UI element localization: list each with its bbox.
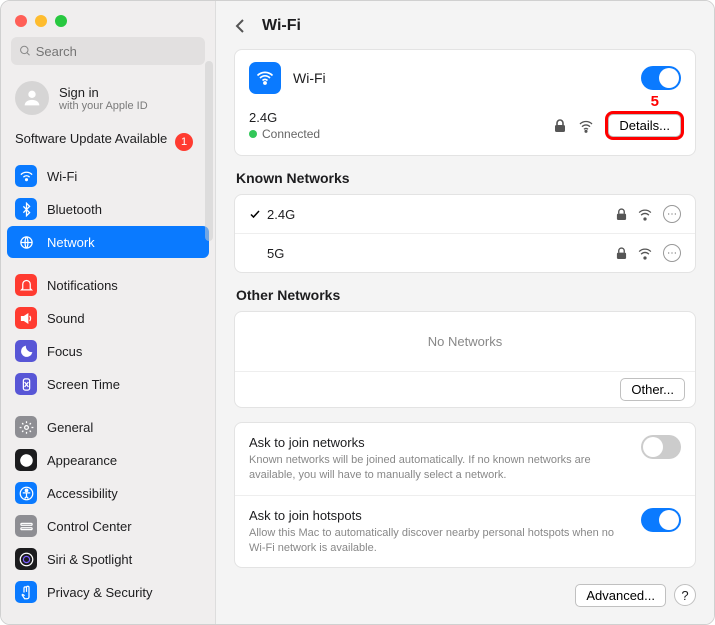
sidebar-scrollbar[interactable] [205, 61, 213, 241]
sign-in-row[interactable]: Sign in with your Apple ID [1, 75, 215, 127]
page-title: Wi-Fi [262, 17, 301, 35]
update-badge: 1 [175, 133, 193, 151]
fullscreen-window-button[interactable] [55, 15, 67, 27]
ask-title: Ask to join networks [249, 435, 629, 450]
network-name: 5G [267, 246, 616, 261]
status-dot-icon [249, 130, 257, 138]
close-window-button[interactable] [15, 15, 27, 27]
sidebar-item-control-center[interactable]: Control Center [7, 510, 209, 542]
sidebar-item-label: Screen Time [47, 377, 120, 392]
sidebar-item-label: Notifications [47, 278, 118, 293]
window-controls [1, 1, 215, 37]
avatar [15, 81, 49, 115]
siri-icon [15, 548, 37, 570]
known-networks-card: 2.4G ⋯ 5G ⋯ [234, 194, 696, 273]
sidebar-item-label: Control Center [47, 519, 132, 534]
wifi-title: Wi-Fi [293, 70, 629, 86]
wifi-signal-icon [578, 119, 594, 133]
ask-toggle[interactable] [641, 508, 681, 532]
sidebar-item-accessibility[interactable]: Accessibility [7, 477, 209, 509]
sidebar-item-sound[interactable]: Sound [7, 302, 209, 334]
wifi-signal-icon [637, 208, 653, 221]
other-networks-card: No Networks Other... [234, 311, 696, 408]
connected-ssid: 2.4G [249, 110, 554, 125]
known-network-row[interactable]: 2.4G ⋯ [235, 195, 695, 233]
main-content: Wi-Fi Wi-Fi 2.4G Connected [216, 1, 714, 624]
search-input[interactable] [36, 44, 197, 59]
more-options-button[interactable]: ⋯ [663, 244, 681, 262]
header: Wi-Fi [234, 1, 696, 49]
sidebar-item-general[interactable]: General [7, 411, 209, 443]
sidebar-item-label: Sound [47, 311, 85, 326]
lock-icon [616, 208, 627, 221]
snd-icon [15, 307, 37, 329]
sidebar-item-label: Network [47, 235, 95, 250]
other-networks-title: Other Networks [234, 287, 696, 311]
details-button[interactable]: Details... [608, 114, 681, 137]
bell-icon [15, 274, 37, 296]
wifi-icon [15, 165, 37, 187]
ask-desc: Known networks will be joined automatica… [249, 453, 629, 483]
sidebar-item-wi-fi[interactable]: Wi-Fi [7, 160, 209, 192]
ask-card: Ask to join networks Known networks will … [234, 422, 696, 568]
other-network-button[interactable]: Other... [620, 378, 685, 401]
hand-icon [15, 581, 37, 603]
sign-in-title: Sign in [59, 85, 148, 100]
search-field[interactable] [11, 37, 205, 65]
minimize-window-button[interactable] [35, 15, 47, 27]
help-button[interactable]: ? [674, 584, 696, 606]
cc-icon [15, 515, 37, 537]
network-name: 2.4G [267, 207, 616, 222]
globe-icon [15, 231, 37, 253]
sidebar-item-appearance[interactable]: Appearance [7, 444, 209, 476]
sidebar-item-label: Accessibility [47, 486, 118, 501]
no-networks-label: No Networks [235, 312, 695, 372]
sidebar-item-bluetooth[interactable]: Bluetooth [7, 193, 209, 225]
sidebar-item-network[interactable]: Network [7, 226, 209, 258]
sidebar-item-label: Bluetooth [47, 202, 102, 217]
sidebar-item-label: Wi-Fi [47, 169, 77, 184]
known-network-row[interactable]: 5G ⋯ [235, 233, 695, 272]
ask-title: Ask to join hotspots [249, 508, 629, 523]
sidebar-item-screen-time[interactable]: Screen Time [7, 368, 209, 400]
sidebar: Sign in with your Apple ID Software Upda… [1, 1, 216, 624]
wifi-status-card: Wi-Fi 2.4G Connected Details... 5 [234, 49, 696, 156]
bt-icon [15, 198, 37, 220]
software-update-row[interactable]: Software Update Available 1 [1, 127, 215, 156]
sidebar-item-focus[interactable]: Focus [7, 335, 209, 367]
wifi-signal-icon [637, 247, 653, 260]
advanced-button[interactable]: Advanced... [575, 584, 666, 607]
sidebar-item-label: Siri & Spotlight [47, 552, 132, 567]
sidebar-item-label: General [47, 420, 93, 435]
wifi-toggle[interactable] [641, 66, 681, 90]
software-update-label: Software Update Available [15, 131, 167, 146]
wifi-app-icon [249, 62, 281, 94]
lock-icon [554, 119, 566, 133]
sidebar-item-notifications[interactable]: Notifications [7, 269, 209, 301]
ask-row: Ask to join hotspots Allow this Mac to au… [235, 495, 695, 568]
sign-in-subtitle: with your Apple ID [59, 100, 148, 112]
acc-icon [15, 482, 37, 504]
back-button[interactable] [234, 18, 250, 34]
ask-row: Ask to join networks Known networks will … [235, 423, 695, 495]
annotation-5: 5 [651, 93, 659, 110]
sidebar-list: Wi-Fi Bluetooth Network Notifications Sound F… [1, 156, 215, 624]
gear-icon [15, 416, 37, 438]
app-icon [15, 449, 37, 471]
ask-toggle[interactable] [641, 435, 681, 459]
sidebar-item-label: Focus [47, 344, 82, 359]
hour-icon [15, 373, 37, 395]
moon-icon [15, 340, 37, 362]
sidebar-item-privacy-security[interactable]: Privacy & Security [7, 576, 209, 608]
sidebar-item-label: Privacy & Security [47, 585, 152, 600]
ask-desc: Allow this Mac to automatically discover… [249, 526, 629, 556]
connection-status: Connected [262, 127, 320, 141]
known-networks-title: Known Networks [234, 170, 696, 194]
more-options-button[interactable]: ⋯ [663, 205, 681, 223]
search-icon [19, 44, 32, 58]
sidebar-item-label: Appearance [47, 453, 117, 468]
checkmark-icon [249, 208, 267, 220]
sidebar-item-siri-spotlight[interactable]: Siri & Spotlight [7, 543, 209, 575]
lock-icon [616, 247, 627, 260]
